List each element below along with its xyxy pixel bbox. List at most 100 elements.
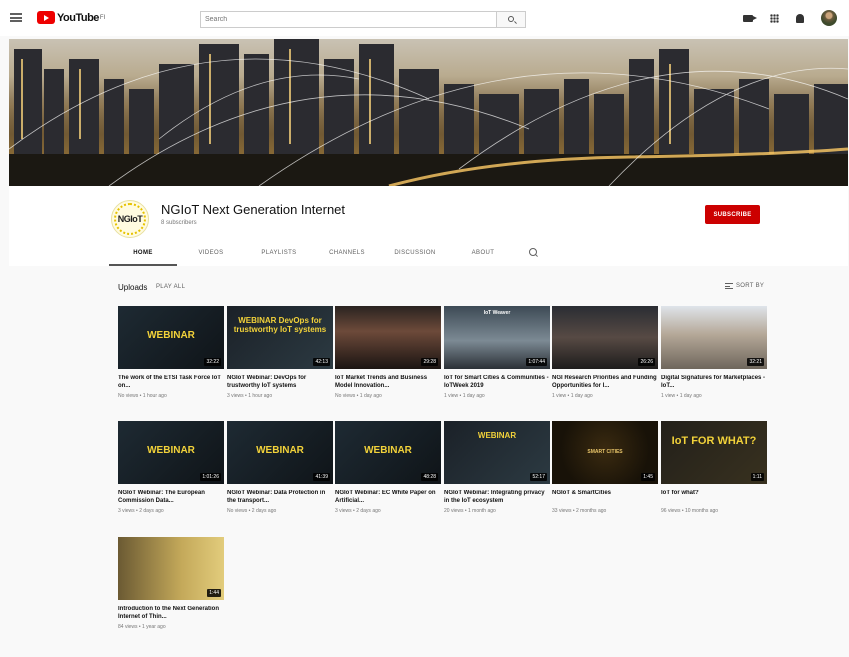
tab-home[interactable]: HOME [109, 242, 177, 266]
thumbnail-text: IoT FOR WHAT? [671, 435, 757, 447]
video-duration: 42:13 [313, 358, 330, 366]
video-title[interactable]: Digital Signatures for Marketplaces - Io… [661, 375, 767, 390]
video-title[interactable]: NGIoT Webinar: EC White Paper on Artific… [335, 490, 441, 505]
video-thumbnail[interactable]: 29:28 [335, 306, 441, 369]
video-duration: 41:39 [313, 473, 330, 481]
thumbnail-text: WEBINAR [477, 431, 517, 440]
video-card[interactable]: IoT Weaver 1:07:44 IoT for Smart Cities & … [444, 306, 550, 399]
video-card[interactable]: WEBINAR 1:01:26 NGIoT Webinar: The Europea… [118, 421, 224, 514]
channel-banner [9, 39, 848, 186]
video-title[interactable]: IoT for what? [661, 490, 767, 505]
video-duration: 1:45 [641, 473, 655, 481]
top-icons [743, 10, 837, 26]
video-thumbnail[interactable]: WEBINAR 41:39 [227, 421, 333, 484]
subscribe-button[interactable]: SUBSCRIBE [705, 205, 760, 224]
subscriber-count: 8 subscribers [161, 220, 197, 226]
sort-icon [725, 283, 733, 289]
uploads-title[interactable]: Uploads [118, 283, 147, 292]
video-meta: 20 views • 1 month ago [444, 508, 496, 514]
video-card[interactable]: 32:21 Digital Signatures for Marketplaces… [661, 306, 767, 399]
user-avatar[interactable] [821, 10, 837, 26]
video-thumbnail[interactable]: IoT FOR WHAT? 1:11 [661, 421, 767, 484]
video-thumbnail[interactable]: WEBINAR 48:28 [335, 421, 441, 484]
video-card[interactable]: WEBINAR 52:17 NGIoT Webinar: Integrating p… [444, 421, 550, 514]
video-title[interactable]: NGI Research Priorities and Funding Oppo… [552, 375, 658, 390]
video-title[interactable]: IoT Market Trends and Business Model Inn… [335, 375, 441, 390]
search-button[interactable] [496, 11, 526, 28]
video-title[interactable]: NGIoT Webinar: Data Protection in the tr… [227, 490, 333, 505]
menu-icon[interactable] [10, 13, 22, 22]
video-card[interactable]: WEBINAR 48:28 NGIoT Webinar: EC White Pape… [335, 421, 441, 514]
video-duration: 29:28 [421, 358, 438, 366]
thumbnail-text: WEBINAR [147, 445, 195, 456]
channel-header: NGIoT NGIoT Next Generation Internet 8 s… [9, 186, 848, 266]
sort-by-label: SORT BY [736, 283, 765, 289]
video-thumbnail[interactable]: SMART CITIES 1:45 [552, 421, 658, 484]
video-duration: 1:11 [750, 473, 764, 481]
create-video-icon[interactable] [743, 14, 757, 22]
video-title[interactable]: NGIoT Webinar: The European Commission D… [118, 490, 224, 505]
video-thumbnail[interactable]: 32:21 [661, 306, 767, 369]
tab-playlists[interactable]: PLAYLISTS [245, 242, 313, 266]
video-title[interactable]: IoT for Smart Cities & Communities - IoT… [444, 375, 550, 390]
video-duration: 1:01:26 [200, 473, 221, 481]
channel-search-icon[interactable] [517, 242, 553, 266]
video-duration: 32:22 [204, 358, 221, 366]
search-input[interactable] [200, 11, 496, 28]
tab-videos[interactable]: VIDEOS [177, 242, 245, 266]
tab-about[interactable]: ABOUT [449, 242, 517, 266]
channel-avatar-text: NGIoT [117, 214, 143, 224]
video-thumbnail[interactable]: WEBINAR 52:17 [444, 421, 550, 484]
top-bar: YouTube FI [0, 0, 849, 36]
video-card[interactable]: IoT FOR WHAT? 1:11 IoT for what? 96 views •… [661, 421, 767, 514]
video-meta: No views • 1 day ago [335, 393, 382, 399]
video-title[interactable]: The work of the ETSI Task Force IoT on..… [118, 375, 224, 390]
youtube-logo[interactable]: YouTube FI [37, 11, 105, 24]
video-thumbnail[interactable]: 1:44 [118, 537, 224, 600]
thumbnail-text: WEBINAR [364, 445, 412, 456]
apps-icon[interactable] [770, 13, 779, 23]
video-card[interactable]: 29:28 IoT Market Trends and Business Mode… [335, 306, 441, 399]
video-title[interactable]: NGIoT Webinar: DevOps for trustworthy Io… [227, 375, 333, 390]
video-duration: 1:07:44 [526, 358, 547, 366]
video-card[interactable]: WEBINAR 32:22 The work of the ETSI Task Fo… [118, 306, 224, 399]
video-thumbnail[interactable]: IoT Weaver 1:07:44 [444, 306, 550, 369]
video-thumbnail[interactable]: 26:26 [552, 306, 658, 369]
video-title[interactable]: NGIoT & SmartCities [552, 490, 658, 505]
video-duration: 1:44 [207, 589, 221, 597]
video-meta: 84 views • 1 year ago [118, 624, 166, 630]
video-thumbnail[interactable]: WEBINAR 32:22 [118, 306, 224, 369]
sort-by-button[interactable]: SORT BY [725, 283, 764, 289]
channel-avatar[interactable]: NGIoT [111, 200, 149, 238]
video-duration: 32:21 [747, 358, 764, 366]
video-meta: 3 views • 2 days ago [118, 508, 164, 514]
thumbnail-text: WEBINAR DevOps for trustworthy IoT syste… [233, 316, 327, 334]
search-bar [200, 11, 526, 28]
youtube-play-icon [37, 11, 55, 24]
tab-discussion[interactable]: DISCUSSION [381, 242, 449, 266]
video-title[interactable]: NGIoT Webinar: Integrating privacy in th… [444, 490, 550, 505]
video-card[interactable]: 26:26 NGI Research Priorities and Funding… [552, 306, 658, 399]
channel-tabs: HOME VIDEOS PLAYLISTS CHANNELS DISCUSSIO… [109, 242, 553, 266]
video-meta: 1 view • 1 day ago [444, 393, 485, 399]
video-thumbnail[interactable]: WEBINAR DevOps for trustworthy IoT syste… [227, 306, 333, 369]
thumbnail-text: SMART CITIES [587, 449, 623, 455]
video-meta: 1 view • 1 day ago [552, 393, 593, 399]
video-duration: 52:17 [530, 473, 547, 481]
thumbnail-text: WEBINAR [147, 330, 195, 341]
logo-text: YouTube [57, 11, 99, 24]
video-card[interactable]: 1:44 Introduction to the Next Generation … [118, 537, 224, 630]
play-all-button[interactable]: PLAY ALL [156, 284, 185, 290]
tab-channels[interactable]: CHANNELS [313, 242, 381, 266]
video-title[interactable]: Introduction to the Next Generation Inte… [118, 606, 224, 621]
video-meta: No views • 2 days ago [227, 508, 277, 514]
thumbnail-text: IoT Weaver [483, 310, 511, 316]
video-card[interactable]: WEBINAR 41:39 NGIoT Webinar: Data Protecti… [227, 421, 333, 514]
video-meta: 3 views • 1 hour ago [227, 393, 273, 399]
video-thumbnail[interactable]: WEBINAR 1:01:26 [118, 421, 224, 484]
video-meta: 96 views • 10 months ago [661, 508, 719, 514]
notifications-bell-icon[interactable] [796, 13, 804, 23]
video-card[interactable]: SMART CITIES 1:45 NGIoT & SmartCities 33 vi… [552, 421, 658, 514]
video-meta: 3 views • 2 days ago [335, 508, 381, 514]
video-card[interactable]: WEBINAR DevOps for trustworthy IoT syste… [227, 306, 333, 399]
